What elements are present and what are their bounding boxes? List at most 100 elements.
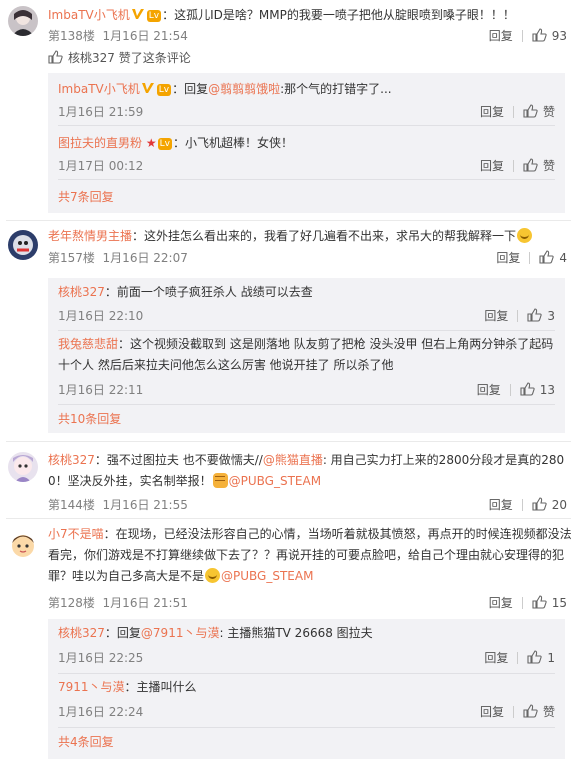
reply-body: ：回复 xyxy=(172,82,209,96)
mention-link[interactable]: @7911丶与漠 xyxy=(141,626,220,640)
emoji-icon xyxy=(205,568,221,583)
avatar[interactable] xyxy=(8,230,38,260)
mention-link[interactable]: @熊猫直播 xyxy=(263,453,323,467)
mention-link[interactable]: @翦翦翦饿啦 xyxy=(208,82,280,96)
reply-body-rest: : 主播熊猫TV 26668 图拉夫 xyxy=(219,626,373,640)
liked-by-text: 核桃327 赞了这条评论 xyxy=(68,51,191,65)
floor-number: 第157楼 xyxy=(48,251,95,265)
reply-button[interactable]: 回复 xyxy=(496,249,520,267)
like-count: 4 xyxy=(559,251,567,265)
mention-link[interactable]: @PUBG_STEAM xyxy=(221,569,313,583)
timestamp: 1月16日 22:25 xyxy=(58,651,144,665)
reply-text: 核桃327：回复@7911丶与漠: 主播熊猫TV 26668 图拉夫 xyxy=(58,623,555,644)
like-count: 赞 xyxy=(542,705,555,719)
reply-actions: 回复 赞 xyxy=(480,157,555,175)
reply-text: 7911丶与漠：主播叫什么 xyxy=(58,677,555,698)
reply-body: ：回复 xyxy=(104,626,141,640)
username-link[interactable]: 7911丶与漠 xyxy=(58,680,125,694)
reply-body: ：前面一个喷子疯狂杀人 战绩可以去查 xyxy=(104,285,313,299)
reply-thread: 核桃327：回复@7911丶与漠: 主播熊猫TV 26668 图拉夫 1月16日… xyxy=(48,619,565,759)
thumb-up-icon xyxy=(532,595,547,609)
reply-button[interactable]: 回复 xyxy=(489,496,513,514)
action-divider xyxy=(521,30,523,42)
avatar[interactable] xyxy=(8,530,38,560)
action-divider xyxy=(512,106,514,118)
reply-button[interactable]: 回复 xyxy=(480,705,504,719)
reply-button[interactable]: 回复 xyxy=(489,594,513,612)
reply-divider xyxy=(58,404,555,405)
like-button[interactable]: 15 xyxy=(532,594,567,612)
more-replies-link[interactable]: 共10条回复 xyxy=(58,410,121,428)
level-badge-icon: Lv xyxy=(156,84,172,96)
username-link[interactable]: 我兔慈悲甜 xyxy=(58,337,118,351)
thumb-up-icon xyxy=(532,28,547,42)
reply-thread: 核桃327：前面一个喷子疯狂杀人 战绩可以去查 1月16日 22:10 回复 3 … xyxy=(48,278,565,433)
reply-body-rest: :那个气的打错字了... xyxy=(280,82,392,96)
reply-divider xyxy=(58,125,555,126)
emoji-icon xyxy=(517,228,533,243)
mention-link[interactable]: @PUBG_STEAM xyxy=(229,474,321,488)
avatar[interactable] xyxy=(8,452,38,482)
like-button[interactable]: 赞 xyxy=(523,104,555,119)
action-divider xyxy=(512,706,514,718)
more-replies-link[interactable]: 共7条回复 xyxy=(58,188,114,206)
timestamp: 1月16日 21:55 xyxy=(102,498,188,512)
reply-actions: 回复 13 xyxy=(477,381,555,399)
action-divider xyxy=(512,160,514,172)
thumb-up-icon xyxy=(520,382,535,396)
reply-divider xyxy=(58,330,555,331)
like-button[interactable]: 13 xyxy=(520,382,555,397)
floor-number: 第138楼 xyxy=(48,29,95,43)
reply-button[interactable]: 回复 xyxy=(484,651,508,665)
like-button[interactable]: 赞 xyxy=(523,158,555,173)
timestamp: 1月16日 21:54 xyxy=(102,29,188,43)
like-count: 93 xyxy=(551,29,567,43)
like-button[interactable]: 93 xyxy=(532,27,567,45)
reply-button[interactable]: 回复 xyxy=(477,383,501,397)
username-link[interactable]: 老年熬情男主播 xyxy=(48,229,132,243)
username-link[interactable]: 核桃327 xyxy=(58,285,105,299)
timestamp: 1月16日 22:24 xyxy=(58,705,144,719)
level-badge-icon: Lv xyxy=(157,138,172,150)
thumb-up-icon xyxy=(527,308,543,322)
username-link[interactable]: 核桃327 xyxy=(58,626,105,640)
reply-actions: 回复 赞 xyxy=(480,703,555,721)
v-badge-icon xyxy=(131,9,144,19)
thumb-up-icon xyxy=(48,50,63,64)
reply-button[interactable]: 回复 xyxy=(489,27,513,45)
username-link[interactable]: 图拉夫的直男粉 xyxy=(58,136,142,150)
like-button[interactable]: 1 xyxy=(527,650,555,665)
comment-text: 核桃327：强不过图拉夫 也不要做懦夫//@熊猫直播: 用自己实力打上来的280… xyxy=(48,450,573,492)
like-count: 20 xyxy=(551,498,567,512)
reply-button[interactable]: 回复 xyxy=(484,309,508,323)
timestamp: 1月17日 00:12 xyxy=(58,159,144,173)
v-badge-icon xyxy=(141,83,154,93)
username-link[interactable]: ImbaTV小飞机 xyxy=(58,82,140,96)
reply-actions: 回复 赞 xyxy=(480,103,555,121)
username-link[interactable]: 小7不是喵 xyxy=(48,527,104,541)
thumb-up-icon xyxy=(532,497,547,511)
comment-meta: 第128楼 1月16日 21:51 xyxy=(48,594,188,612)
thumb-up-icon xyxy=(539,250,555,264)
comment-text: 老年熬情男主播：这外挂怎么看出来的，我看了好几遍看不出来，求吊大的帮我解释一下 xyxy=(48,226,573,247)
like-button[interactable]: 赞 xyxy=(523,704,555,719)
like-count: 赞 xyxy=(542,159,555,173)
reply-thread: ImbaTV小飞机 Lv ：回复@翦翦翦饿啦:那个气的打错字了... 1月16日 2… xyxy=(48,73,565,213)
username-link[interactable]: ImbaTV小飞机 xyxy=(48,8,130,22)
like-button[interactable]: 4 xyxy=(539,249,567,267)
like-count: 13 xyxy=(539,383,555,397)
like-button[interactable]: 20 xyxy=(532,496,567,514)
reply-text: 我兔慈悲甜：这个视频没截取到 这是刚落地 队友剪了把枪 没头没甲 但右上角两分钟… xyxy=(58,334,555,376)
reply-button[interactable]: 回复 xyxy=(480,159,504,173)
floor-number: 第144楼 xyxy=(48,498,95,512)
action-divider xyxy=(521,499,523,511)
reply-divider xyxy=(58,727,555,728)
like-button[interactable]: 3 xyxy=(527,308,555,323)
more-replies-link[interactable]: 共4条回复 xyxy=(58,733,114,751)
comment-divider xyxy=(6,518,571,519)
comment-actions: 回复 93 xyxy=(489,27,567,45)
comment-body: ：这孤儿ID是啥？MMP的我要一喷子把他从腚眼喷到嗓子眼！！！ xyxy=(162,8,515,22)
username-link[interactable]: 核桃327 xyxy=(48,453,95,467)
reply-button[interactable]: 回复 xyxy=(480,105,504,119)
avatar[interactable] xyxy=(8,6,38,36)
